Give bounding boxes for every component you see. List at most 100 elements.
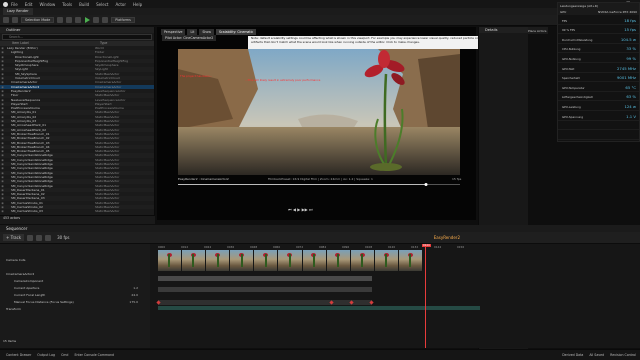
status-cmd[interactable]: Cmd <box>61 353 68 357</box>
perf-metric-label: GPU-Takt <box>562 66 575 71</box>
modes-icon[interactable] <box>12 17 18 23</box>
outliner-row[interactable]: ◉ SM_CactusShrubs_03 StaticMeshActor <box>0 209 154 213</box>
camera-cut-thumbnails[interactable] <box>158 250 423 271</box>
track-value[interactable]: 175.0 <box>129 300 138 306</box>
ruler-tick: 0048 <box>250 244 258 249</box>
status-output-log[interactable]: Output Log <box>37 353 55 357</box>
status-enter-console-command[interactable]: Enter Console Command <box>74 353 114 357</box>
cinematics-icon[interactable] <box>75 17 82 23</box>
sequencer-track[interactable]: CineCameraActor2 <box>0 272 150 278</box>
main-menu: File Edit Window Tools Build Select Actor Help <box>11 2 149 7</box>
sequencer-track[interactable]: Transform <box>0 307 150 313</box>
viewport-warning: The project has been... <box>180 74 213 78</box>
viewport-btn-2[interactable]: Show <box>199 28 214 35</box>
menu-edit[interactable]: Edit <box>25 2 33 7</box>
viewport-playback-controls: ⏮ ◀ ▶ ▶▶ ⏭ <box>178 206 460 213</box>
sequencer-track[interactable]: Current Aperture 1.2 <box>0 286 150 292</box>
snap-icon[interactable] <box>45 234 52 241</box>
status-content-drawer[interactable]: Content Drawer <box>6 353 31 357</box>
perf-metric-value: 124 w <box>624 103 636 109</box>
perf-metric: Lüftergeschwindigkeit 63 % <box>558 92 639 102</box>
menu-build[interactable]: Build <box>79 2 89 7</box>
viewport-btn-3[interactable]: Scalability: Cinematic <box>216 28 257 35</box>
time-ruler[interactable]: 0000 0012 0024 0036 0048 0060 0072 0084 0096 0108… <box>158 244 480 249</box>
perf-metric: GPU-Takt 2745 MHz <box>558 63 639 73</box>
perf-metrics: FPS 18 fps 99 % FPS 15 fps Durchschnittsleis… <box>558 15 639 140</box>
ruler-tick: 0096 <box>342 244 350 249</box>
status-all-saved[interactable]: All Saved <box>589 353 604 357</box>
blueprint-icon[interactable] <box>66 17 73 23</box>
perf-metric-label: Lüftergeschwindigkeit <box>562 95 593 100</box>
sequencer-track[interactable] <box>0 265 150 271</box>
status-bar: Content Drawer Output Log Cmd Enter Console… <box>0 349 640 360</box>
menu-file[interactable]: File <box>11 2 18 7</box>
perf-metric-label: Durchschnittsleistung <box>562 37 593 42</box>
sequencer-tab[interactable]: Sequencer <box>6 226 27 231</box>
track-value[interactable]: 1.2 <box>133 286 138 292</box>
transform-track-bar[interactable] <box>158 306 480 310</box>
thumbnail-frame <box>398 250 423 271</box>
viewport-fps: 15 fps <box>452 177 462 181</box>
ruler-tick: 0036 <box>227 244 235 249</box>
viewport-scrubber[interactable] <box>178 182 460 186</box>
perf-metric-label: Speichertakt <box>562 76 580 81</box>
perf-metric-label: GPU-Leistung <box>562 104 581 109</box>
perf-metric-label: GPU-Spannung <box>562 114 584 119</box>
scene-render <box>178 49 460 175</box>
menu-tools[interactable]: Tools <box>62 2 72 7</box>
level-tab-row: Lazy Render <box>0 8 640 15</box>
perf-metric-value: 18 fps <box>624 17 636 23</box>
viewport-toolbar: Perspective Lit Show Scalability: Cinematic <box>161 28 476 35</box>
track-label: Manual Focus Distance (Focus Settings) <box>14 300 74 304</box>
project-tab[interactable]: Lazy Render <box>3 8 33 15</box>
viewport-btn-1[interactable]: Lit <box>187 28 198 35</box>
transport-controls[interactable]: ⏮ ◀ ▶ ▶▶ ⏭ <box>288 207 313 212</box>
status-revision-control[interactable]: Revision Control <box>610 353 636 357</box>
menu-actor[interactable]: Actor <box>115 2 126 7</box>
outliner-list: ◉ Lazy Render (Editor) World ◉ Lighting Folde… <box>0 46 154 214</box>
sequencer-track[interactable]: Current Focal Length 24.0 <box>0 293 150 299</box>
track-value[interactable]: 24.0 <box>131 293 138 299</box>
scalability-tooltip: Note: default scalability settings could… <box>248 36 506 49</box>
perf-metric: FPS 18 fps <box>558 15 639 25</box>
sequencer-tab-bar: Sequencer <box>0 225 640 232</box>
outliner-search-input[interactable]: Search... <box>2 34 152 40</box>
place-actors-label: Place Actors <box>528 28 547 33</box>
perf-metric: GPU-Leistung 124 w <box>558 101 639 111</box>
component-track-bar[interactable] <box>158 287 372 292</box>
place-actors-tab[interactable]: Place Actors <box>528 27 548 34</box>
thumbnail-frame <box>278 250 302 271</box>
sequencer-track[interactable]: Camera Cuts <box>0 258 150 264</box>
platforms-dropdown[interactable]: Platforms <box>111 17 135 23</box>
camera-track-bar[interactable] <box>158 276 372 281</box>
playhead[interactable] <box>425 244 426 348</box>
add-track-button[interactable]: + Track <box>3 234 25 241</box>
filter-icon[interactable] <box>27 234 34 241</box>
save-icon[interactable] <box>3 17 9 23</box>
mode-dropdown[interactable]: Selection Mode <box>21 17 55 23</box>
track-label: Transform <box>6 307 21 311</box>
viewport-btn-0[interactable]: Perspective <box>161 28 186 35</box>
render-icon[interactable] <box>36 234 43 241</box>
stop-icon[interactable] <box>102 17 109 23</box>
pilot-actor-label[interactable]: Pilot Actor: CineCameraActor2 <box>162 35 217 41</box>
perf-metric-value: 99 % <box>626 55 636 61</box>
fps-dropdown[interactable]: 30 fps <box>57 235 69 240</box>
outliner-tab[interactable]: Outliner <box>0 27 154 33</box>
thumbnail-frame <box>230 250 254 271</box>
menu-window[interactable]: Window <box>39 2 55 7</box>
track-label: Current Focal Length <box>14 293 46 297</box>
sequencer-track[interactable]: CameraComponent <box>0 279 150 285</box>
add-actor-icon[interactable] <box>57 17 64 23</box>
focus-track-bar[interactable] <box>158 300 372 305</box>
track-label: Current Aperture <box>14 286 40 290</box>
track-list: Camera Cuts CineCameraActor2 CameraCompone… <box>0 244 150 348</box>
menu-select[interactable]: Select <box>96 2 108 7</box>
play-button[interactable] <box>85 17 91 23</box>
details-tab[interactable]: Details <box>479 27 528 33</box>
pause-icon[interactable] <box>93 17 100 23</box>
thumbnail-frame <box>206 250 230 271</box>
status-derived-data[interactable]: Derived Data <box>562 353 583 357</box>
menu-help[interactable]: Help <box>133 2 142 7</box>
sequencer-track[interactable]: Manual Focus Distance (Focus Settings) 17… <box>0 300 150 306</box>
